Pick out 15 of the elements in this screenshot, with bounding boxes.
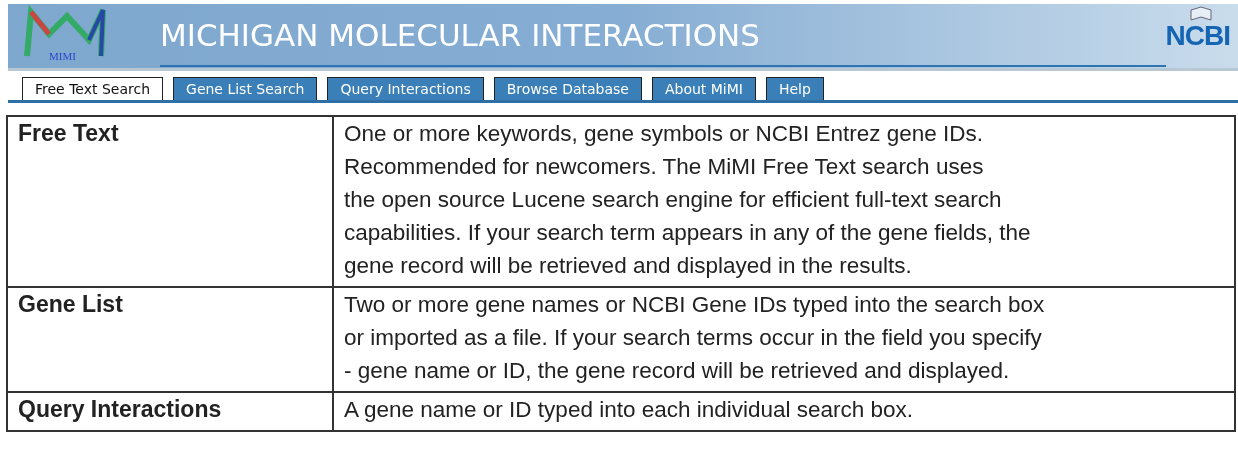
- nav-tab[interactable]: Query Interactions: [327, 77, 484, 100]
- term-cell: Gene List: [7, 287, 333, 392]
- nav-tab[interactable]: Browse Database: [493, 77, 642, 100]
- partner-logo: NCBI: [1165, 20, 1230, 52]
- description-cell: A gene name or ID typed into each individual search box.: [333, 392, 1235, 431]
- description-cell: Two or more gene names or NCBI Gene IDs typed into the search box or imported as a file. If your search terms occur in the field you specify - gene name or ID, the gene record will be retrieved and displayed.: [333, 287, 1235, 392]
- nav-tab[interactable]: Gene List Search: [173, 77, 318, 100]
- site-title: MICHIGAN MOLECULAR INTERACTIONS: [160, 17, 760, 53]
- term-cell: Query Interactions: [7, 392, 333, 431]
- nav-tab[interactable]: Help: [765, 77, 824, 100]
- nav-tab[interactable]: About MiMI: [651, 77, 756, 100]
- book-icon: [1190, 6, 1212, 22]
- term-cell: Free Text: [7, 116, 333, 287]
- nav-tab[interactable]: Free Text Search: [22, 77, 164, 100]
- description-cell: One or more keywords, gene symbols or NCBI Entrez gene IDs. Recommended for newcomers. The MiMI Free Text search uses the open source Lucene search engine for efficient full-text search capabilities. If your search term appears in any of the gene fields, the gene record will be retrieved and displayed in the results.: [333, 116, 1235, 287]
